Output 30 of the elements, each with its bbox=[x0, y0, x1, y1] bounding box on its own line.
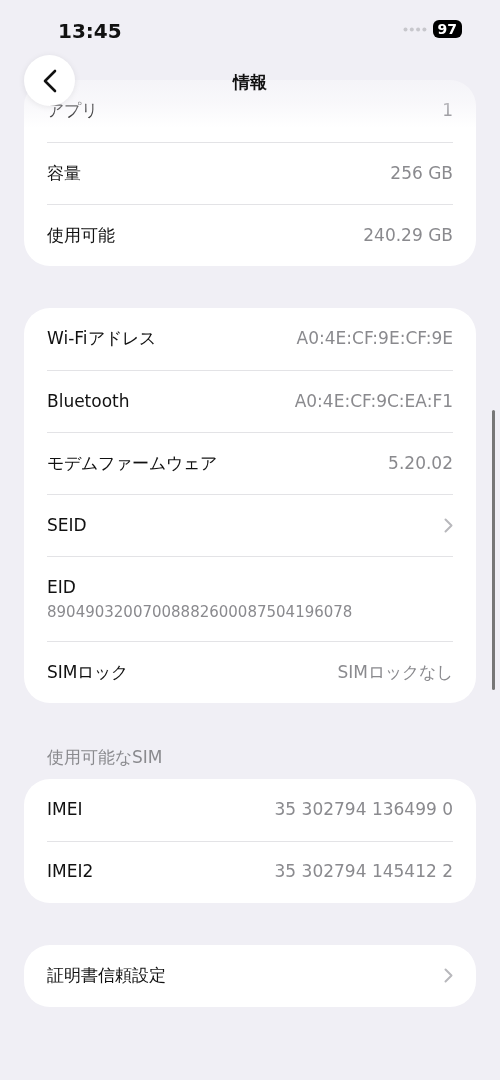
row-label: IMEI bbox=[47, 797, 83, 821]
row-value: A0:4E:CF:9C:EA:F1 bbox=[294, 389, 453, 413]
row-label: アプリ bbox=[47, 99, 98, 123]
battery-level: 97 bbox=[432, 20, 462, 38]
row-value: SIMロックなし bbox=[337, 660, 453, 684]
row-label: SIMロック bbox=[47, 660, 129, 684]
row-label: Wi-Fiアドレス bbox=[47, 327, 156, 351]
row-value: 35 302794 145412 2 bbox=[274, 860, 453, 884]
chevron-icon bbox=[444, 518, 453, 533]
row-value: A0:4E:CF:9E:CF:9E bbox=[296, 327, 453, 351]
status-time: 13:45 bbox=[58, 18, 122, 45]
back-icon bbox=[42, 68, 57, 93]
row-value: 256 GB bbox=[390, 161, 453, 185]
row-label: 使用可能 bbox=[47, 223, 115, 247]
row-value: 5.20.02 bbox=[388, 451, 453, 475]
page-title: 情報 bbox=[233, 72, 267, 92]
row-label: モデムファームウェア bbox=[47, 451, 217, 475]
row-value: 35 302794 136499 0 bbox=[274, 797, 453, 821]
settings-row[interactable]: SEID bbox=[47, 494, 453, 556]
chevron-icon bbox=[444, 968, 453, 983]
settings-row[interactable]: 証明書信頼設定 bbox=[47, 944, 453, 1007]
row-label: Bluetooth bbox=[47, 389, 130, 413]
row-label: EID bbox=[47, 576, 76, 599]
row-value: 1 bbox=[442, 99, 453, 123]
row-value: 240.29 GB bbox=[363, 223, 453, 247]
row-label: IMEI2 bbox=[47, 860, 94, 884]
signal-icon bbox=[402, 26, 427, 32]
row-value: 89049032007008882600087504196078 bbox=[47, 601, 353, 623]
row-label: 容量 bbox=[47, 161, 81, 185]
section-header: 使用可能なSIM bbox=[47, 746, 164, 769]
